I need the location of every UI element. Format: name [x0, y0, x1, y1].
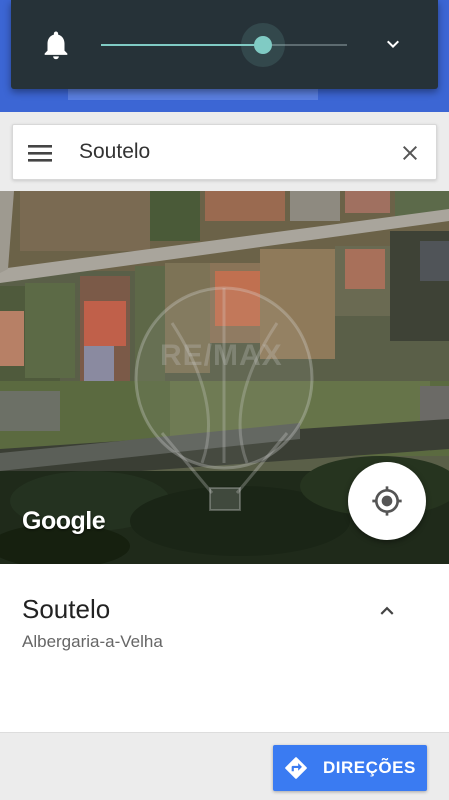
watermark-text: RE/MAX: [160, 339, 283, 372]
place-name: Soutelo: [22, 594, 111, 624]
search-box[interactable]: Soutelo: [12, 124, 437, 180]
directions-icon: [285, 757, 307, 779]
volume-slider-fill: [101, 44, 264, 46]
satellite-map[interactable]: RE/MAX Google: [0, 191, 449, 564]
volume-slider[interactable]: [101, 23, 347, 67]
directions-label: DIREÇÕES: [323, 758, 416, 777]
chevron-up-icon[interactable]: [374, 598, 400, 624]
hamburger-menu-icon[interactable]: [27, 142, 53, 164]
google-attribution: Google: [22, 507, 106, 535]
bell-icon[interactable]: [39, 28, 73, 62]
directions-button[interactable]: DIREÇÕES: [273, 745, 427, 791]
place-info-card[interactable]: Soutelo Albergaria-a-Velha: [0, 564, 449, 732]
my-location-icon: [372, 486, 402, 516]
close-icon[interactable]: [398, 141, 422, 165]
chevron-down-icon[interactable]: [381, 32, 405, 56]
place-locality: Albergaria-a-Velha: [22, 632, 163, 651]
app-bar-tab: [68, 88, 318, 100]
volume-panel: [11, 0, 438, 89]
my-location-button[interactable]: [348, 462, 426, 540]
search-input[interactable]: Soutelo: [79, 140, 150, 164]
remax-balloon-watermark: [134, 286, 314, 511]
bottom-action-bar: DIREÇÕES: [0, 732, 449, 800]
